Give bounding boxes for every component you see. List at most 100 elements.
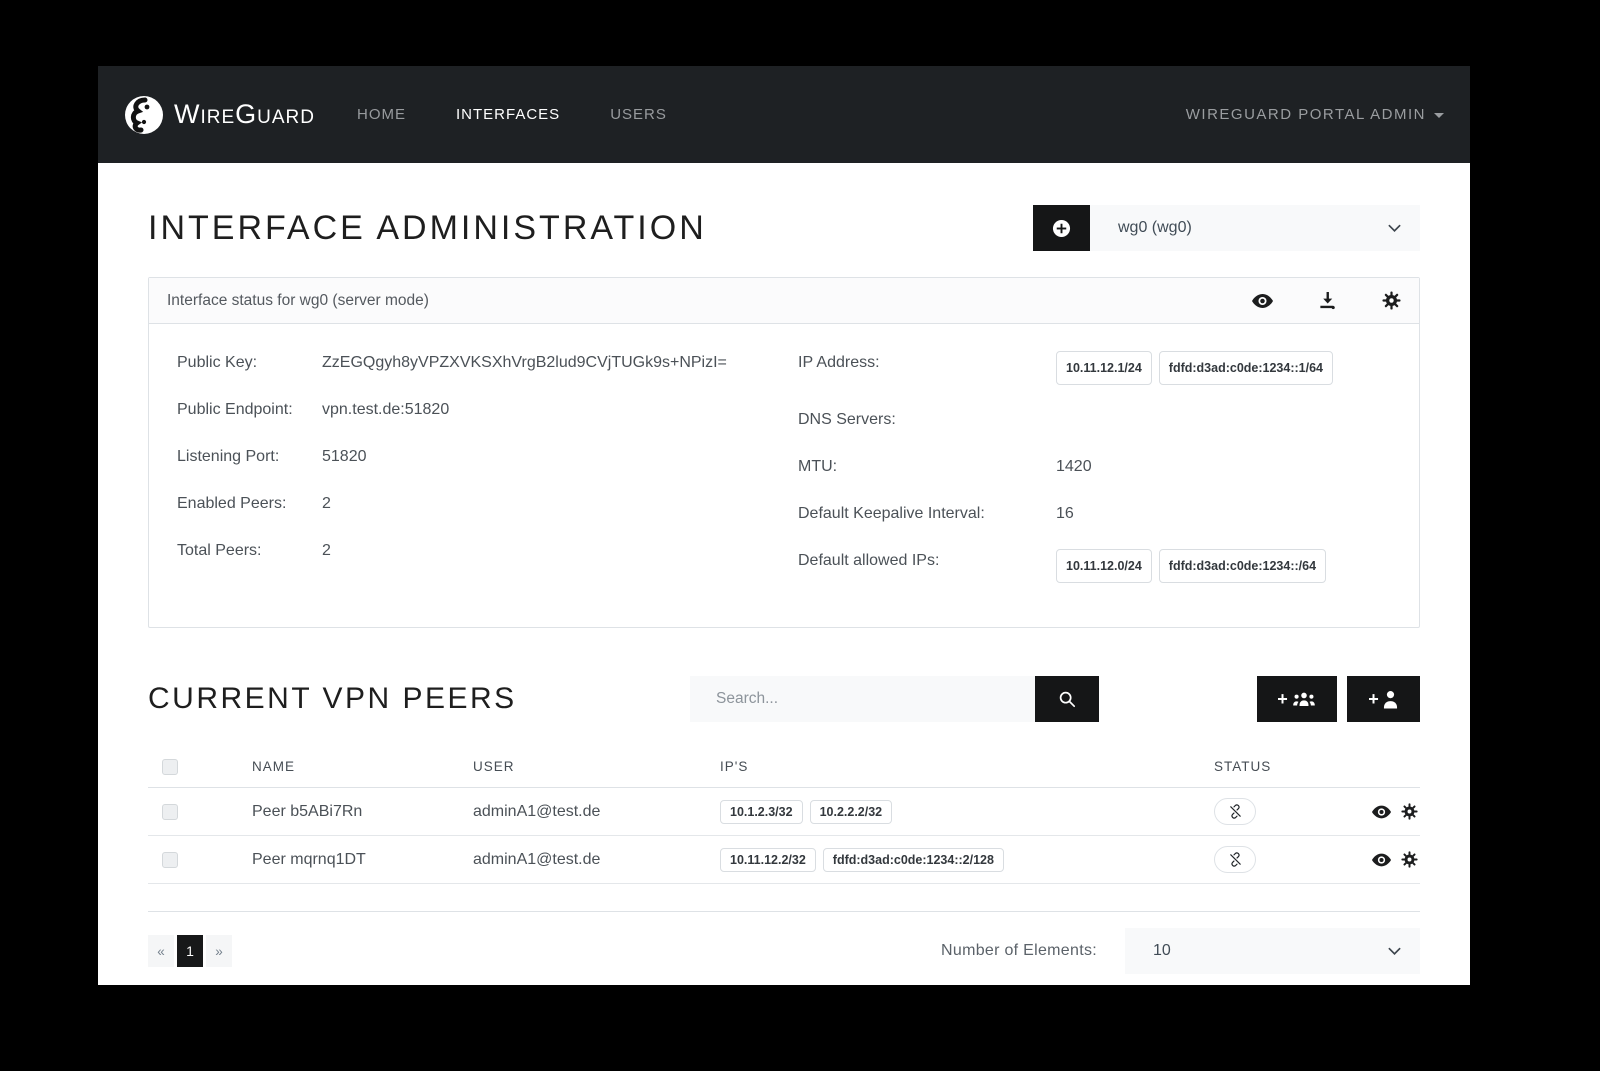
view-peer-button[interactable] <box>1372 803 1391 820</box>
gear-icon <box>1401 851 1418 868</box>
ip-badge: 10.2.2.2/32 <box>810 800 893 824</box>
elements-label: Number of Elements: <box>941 942 1097 960</box>
public-key-value: ZzEGQgyh8yVPZXVKSXhVrgB2lud9CVjTUGk9s+NP… <box>322 351 727 375</box>
field-label: Enabled Peers: <box>177 492 322 516</box>
peer-name: Peer mqrnq1DT <box>252 851 473 869</box>
peer-settings-button[interactable] <box>1401 803 1418 820</box>
ip-badge: fdfd:d3ad:c0de:1234::2/128 <box>823 848 1004 872</box>
link-slash-icon <box>1228 804 1243 819</box>
add-peer-button[interactable]: + <box>1347 676 1420 722</box>
column-header-status: STATUS <box>1214 759 1356 774</box>
user-menu-label: WIREGUARD PORTAL ADMIN <box>1186 106 1426 123</box>
interface-status-card: Interface status for wg0 (server mode) <box>148 277 1420 628</box>
field-label: Listening Port: <box>177 445 322 469</box>
gear-icon <box>1401 803 1418 820</box>
ip-badge: fdfd:d3ad:c0de:1234::/64 <box>1159 549 1326 583</box>
column-header-name: NAME <box>252 759 473 774</box>
ip-badge: 10.11.12.2/32 <box>720 848 816 872</box>
table-row: Peer b5ABi7Rn adminA1@test.de 10.1.2.3/3… <box>148 788 1420 836</box>
brand-name: WireGuard <box>174 99 315 130</box>
plus-circle-icon <box>1052 219 1071 238</box>
page-size-value: 10 <box>1153 942 1387 960</box>
user-menu-dropdown[interactable]: WIREGUARD PORTAL ADMIN <box>1186 106 1444 123</box>
total-peers-value: 2 <box>322 539 331 563</box>
download-icon <box>1318 291 1337 310</box>
peer-user: adminA1@test.de <box>473 851 720 869</box>
add-multiple-peers-button[interactable]: + <box>1257 676 1337 722</box>
eye-icon <box>1372 853 1391 867</box>
caret-down-icon <box>1434 113 1444 118</box>
pagination-page-1-button[interactable]: 1 <box>177 935 203 967</box>
row-checkbox[interactable] <box>162 852 178 868</box>
field-label: Public Endpoint: <box>177 398 322 422</box>
interface-select[interactable]: wg0 (wg0) <box>1090 205 1420 251</box>
field-listening-port: Listening Port: 51820 <box>177 445 798 469</box>
link-slash-icon <box>1228 852 1243 867</box>
field-total-peers: Total Peers: 2 <box>177 539 798 563</box>
download-config-button[interactable] <box>1318 291 1337 310</box>
column-header-ips: IP'S <box>720 759 1214 774</box>
status-badge <box>1214 846 1256 873</box>
plus-icon: + <box>1277 690 1288 708</box>
peer-settings-button[interactable] <box>1401 851 1418 868</box>
field-keepalive: Default Keepalive Interval: 16 <box>798 502 1419 526</box>
plus-icon: + <box>1368 690 1379 708</box>
pagination-prev-button[interactable]: « <box>148 935 174 967</box>
main-content: INTERFACE ADMINISTRATION wg0 (wg0) <box>98 163 1470 985</box>
field-dns-servers: DNS Servers: <box>798 408 1419 432</box>
peers-table: NAME USER IP'S STATUS Peer b5ABi7Rn admi… <box>148 746 1420 912</box>
peer-user: adminA1@test.de <box>473 803 720 821</box>
pagination-next-button[interactable]: » <box>206 935 232 967</box>
row-checkbox[interactable] <box>162 804 178 820</box>
nav-item-home[interactable]: HOME <box>357 106 406 123</box>
field-public-key: Public Key: ZzEGQgyh8yVPZXVKSXhVrgB2lud9… <box>177 351 798 375</box>
table-row: Peer mqrnq1DT adminA1@test.de 10.11.12.2… <box>148 836 1420 884</box>
enabled-peers-value: 2 <box>322 492 331 516</box>
field-public-endpoint: Public Endpoint: vpn.test.de:51820 <box>177 398 798 422</box>
brand[interactable]: WireGuard <box>124 95 315 135</box>
peers-section-title: CURRENT VPN PEERS <box>148 682 517 716</box>
nav-item-users[interactable]: USERS <box>610 106 667 123</box>
search-button[interactable] <box>1035 676 1099 722</box>
field-label: Total Peers: <box>177 539 322 563</box>
wireguard-logo-icon <box>124 95 164 135</box>
page-size-select[interactable]: 10 <box>1125 928 1420 974</box>
eye-icon <box>1252 293 1273 309</box>
nav-links: HOME INTERFACES USERS <box>357 106 667 123</box>
chevron-down-icon <box>1387 946 1402 956</box>
status-card-title: Interface status for wg0 (server mode) <box>167 292 429 310</box>
add-interface-button[interactable] <box>1033 205 1090 251</box>
field-allowed-ips: Default allowed IPs: 10.11.12.0/24 fdfd:… <box>798 549 1419 583</box>
ip-badge: fdfd:d3ad:c0de:1234::1/64 <box>1159 351 1333 385</box>
nav-item-interfaces[interactable]: INTERFACES <box>456 106 560 123</box>
interface-select-value: wg0 (wg0) <box>1118 219 1387 237</box>
chevron-down-icon <box>1387 223 1402 233</box>
field-label: MTU: <box>798 455 1056 479</box>
wireguard-portal-app: WireGuard HOME INTERFACES USERS WIREGUAR… <box>98 66 1470 985</box>
status-badge <box>1214 798 1256 825</box>
users-group-icon <box>1291 690 1317 708</box>
page-title: INTERFACE ADMINISTRATION <box>148 209 707 248</box>
field-enabled-peers: Enabled Peers: 2 <box>177 492 798 516</box>
field-label: Default allowed IPs: <box>798 549 1056 583</box>
peer-name: Peer b5ABi7Rn <box>252 803 473 821</box>
view-config-button[interactable] <box>1252 291 1273 310</box>
listening-port-value: 51820 <box>322 445 367 469</box>
keepalive-value: 16 <box>1056 502 1074 526</box>
mtu-value: 1420 <box>1056 455 1092 479</box>
field-label: DNS Servers: <box>798 408 1056 432</box>
view-peer-button[interactable] <box>1372 851 1391 868</box>
gear-icon <box>1382 291 1401 310</box>
ip-badge: 10.11.12.0/24 <box>1056 549 1152 583</box>
user-icon <box>1382 690 1399 709</box>
field-label: IP Address: <box>798 351 1056 385</box>
ip-badge: 10.11.12.1/24 <box>1056 351 1152 385</box>
field-mtu: MTU: 1420 <box>798 455 1419 479</box>
select-all-checkbox[interactable] <box>162 759 178 775</box>
search-input[interactable] <box>690 676 1035 722</box>
interface-settings-button[interactable] <box>1382 291 1401 310</box>
pagination: « 1 » <box>148 935 232 967</box>
eye-icon <box>1372 805 1391 819</box>
table-footer-divider <box>148 884 1420 912</box>
column-header-user: USER <box>473 759 720 774</box>
